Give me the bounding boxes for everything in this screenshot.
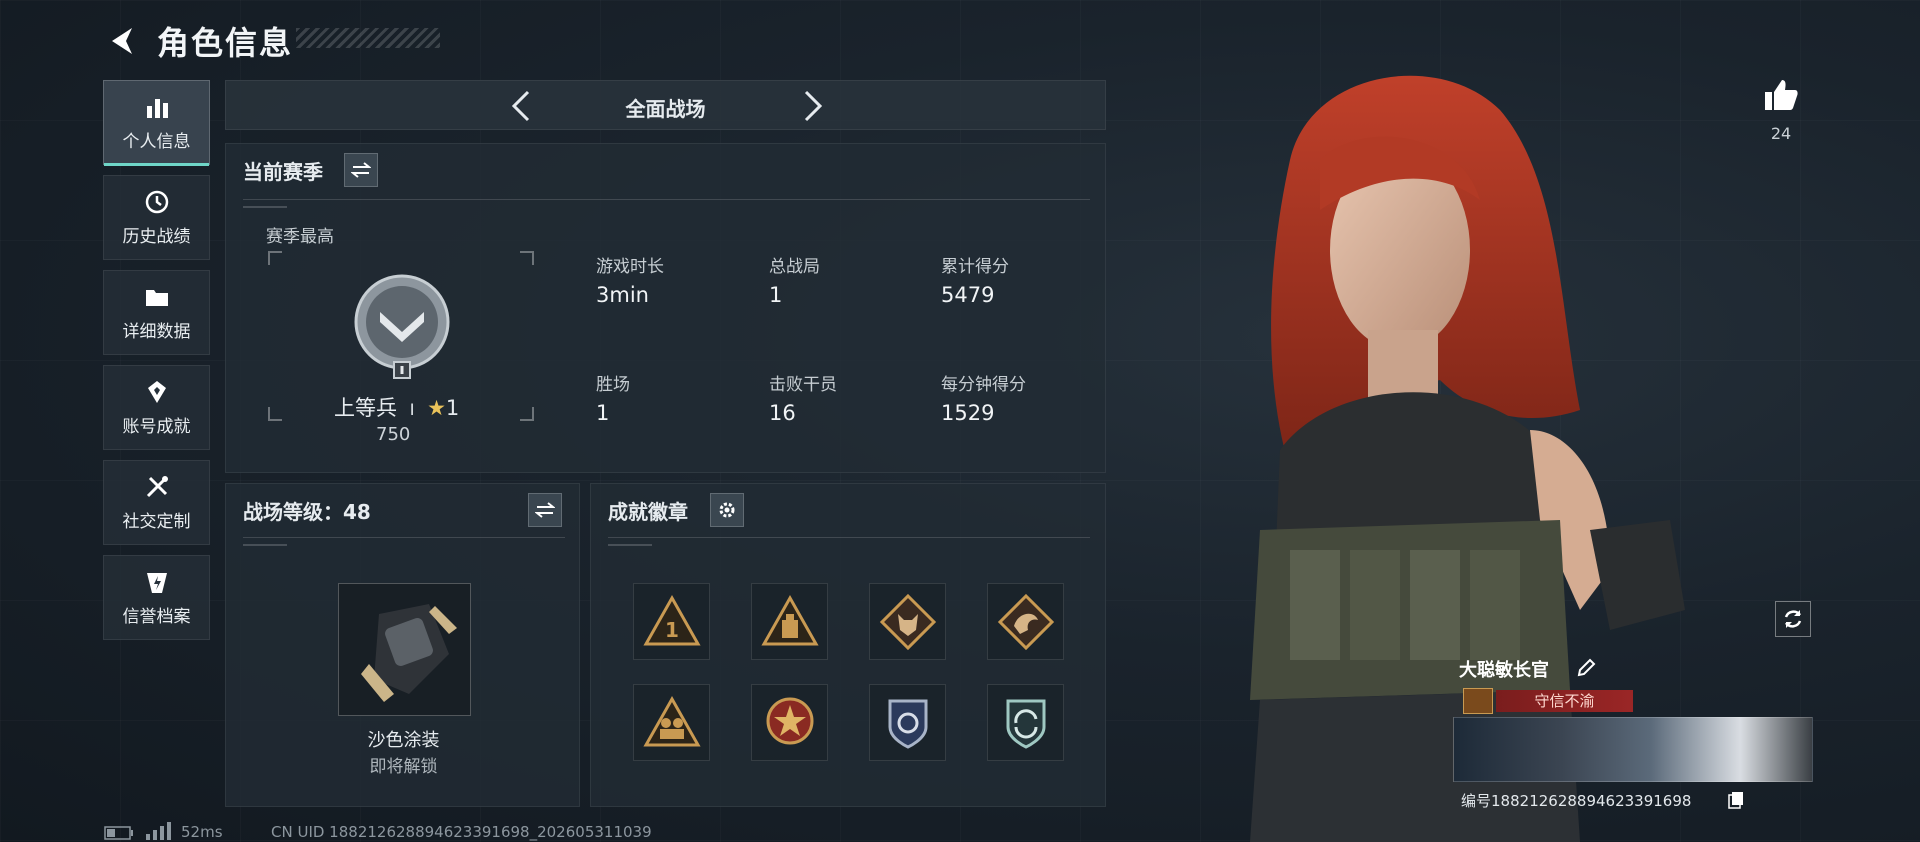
battery-icon — [104, 826, 133, 840]
player-id-label: 编号 — [1461, 792, 1492, 810]
gear-icon — [719, 502, 735, 518]
stat-label: 每分钟得分 — [941, 375, 1026, 395]
svg-text:1: 1 — [665, 618, 679, 642]
rotate-icon — [1784, 610, 1802, 628]
uid-readout: CN UID 18821262889462339169​8_2026053110… — [271, 823, 652, 841]
rank-stars: 1 — [445, 396, 460, 420]
rotate-model-button[interactable] — [1775, 601, 1811, 637]
stat-value: 3min — [596, 283, 649, 307]
reward-item-slot[interactable] — [338, 583, 471, 716]
shield-bolt-icon — [143, 568, 171, 596]
stat-value: 1 — [769, 283, 783, 307]
sidebar-item-achievements[interactable]: 账号成就 — [103, 365, 210, 450]
edit-pencil-icon[interactable] — [1576, 658, 1596, 678]
wolf-badge-icon[interactable] — [869, 583, 946, 660]
sidebar-item-label: 历史战绩 — [122, 227, 191, 247]
badge-settings-button[interactable] — [710, 493, 744, 527]
chevron-right-icon[interactable] — [794, 88, 830, 124]
sidebar-item-label: 个人信息 — [122, 132, 191, 152]
battlefield-level-panel: 战场等级：48 沙色涂装 即将解锁 — [225, 483, 580, 807]
achievements-heading: 成就徽章 — [608, 500, 688, 524]
divider-decoration — [243, 544, 287, 546]
stat-label: 总战局 — [769, 257, 820, 277]
title-decoration — [296, 28, 440, 48]
swap-icon — [535, 502, 555, 518]
dragon-badge-icon[interactable] — [987, 583, 1064, 660]
stat-label: 击败干员 — [769, 375, 837, 395]
signal-icon — [146, 822, 171, 840]
player-name: 大聪敏长官 — [1459, 660, 1549, 681]
stat-label: 累计得分 — [941, 257, 1009, 277]
current-season-panel: 当前赛季 赛季最高 上等兵 Ⅰ ★1 750 游戏时长 3min 总战局 1 累… — [225, 143, 1106, 473]
rank-tier: Ⅰ — [409, 400, 415, 419]
stat-value: 5479 — [941, 283, 995, 307]
season-switch-button[interactable] — [344, 153, 378, 187]
rank-name: 上等兵 — [334, 396, 397, 420]
back-arrow-icon[interactable] — [104, 24, 138, 58]
sidebar-item-label: 账号成就 — [122, 417, 191, 437]
watch-skin-icon — [361, 604, 457, 702]
reward-name: 沙色涂装 — [367, 730, 440, 751]
mode-title: 全面战场 — [625, 97, 706, 121]
season-best-label: 赛季最高 — [266, 227, 334, 247]
thumbs-up-icon[interactable] — [1762, 76, 1800, 114]
cycle-shield-badge-icon[interactable] — [987, 684, 1064, 761]
rank-points: 750 — [376, 424, 411, 445]
honor-title-badge: 守信不渝 — [1496, 690, 1633, 712]
sidebar-item-social-custom[interactable]: 社交定制 — [103, 460, 210, 545]
battlefield-level-heading: 战场等级：48 — [243, 500, 371, 524]
stat-value: 1529 — [941, 401, 995, 425]
divider — [243, 537, 565, 538]
police-shield-badge-icon[interactable] — [869, 684, 946, 761]
star-emblem-badge-icon[interactable] — [751, 684, 828, 761]
rank-emblem-icon — [354, 274, 450, 379]
copy-icon[interactable] — [1728, 791, 1744, 809]
frame-corner — [268, 251, 282, 265]
likes-count: 24 — [1770, 124, 1792, 143]
supply-badge-icon[interactable] — [751, 583, 828, 660]
profile-banner-image[interactable] — [1453, 717, 1813, 782]
stat-value: 1 — [596, 401, 610, 425]
honor-crest-icon — [1463, 688, 1493, 714]
mode-selector: 全面战场 — [225, 80, 1106, 130]
divider-decoration — [608, 544, 652, 546]
squad-badge-icon[interactable] — [633, 684, 710, 761]
stat-label: 胜场 — [596, 375, 630, 395]
folder-icon — [143, 283, 171, 311]
stat-value: 16 — [769, 401, 796, 425]
medal-icon — [143, 378, 171, 406]
rank-one-badge-icon[interactable]: 1 — [633, 583, 710, 660]
sidebar-item-label: 社交定制 — [122, 512, 191, 532]
bar-chart-icon — [143, 93, 171, 121]
swap-icon — [351, 162, 371, 178]
page-title: 角色信息 — [157, 24, 294, 62]
achievement-badges-panel: 成就徽章 1 — [590, 483, 1106, 807]
sidebar-item-personal-info[interactable]: 个人信息 — [103, 80, 210, 166]
sidebar-item-detailed-data[interactable]: 详细数据 — [103, 270, 210, 355]
sidebar-item-history[interactable]: 历史战绩 — [103, 175, 210, 260]
divider-decoration — [243, 206, 287, 208]
rank-title: 上等兵 Ⅰ ★1 — [334, 392, 459, 422]
stat-label: 游戏时长 — [596, 257, 664, 277]
sidebar-item-label: 详细数据 — [122, 322, 191, 342]
divider — [608, 537, 1090, 538]
ping-readout: 52ms — [181, 823, 223, 841]
sidebar-item-label: 信誉档案 — [122, 607, 191, 627]
reward-status: 即将解锁 — [369, 757, 438, 777]
tools-icon — [143, 473, 171, 501]
season-heading: 当前赛季 — [243, 160, 323, 184]
clock-icon — [143, 188, 171, 216]
star-icon: ★ — [427, 396, 446, 420]
frame-corner — [520, 251, 534, 265]
frame-corner — [268, 407, 282, 421]
divider — [243, 199, 1090, 200]
player-id-value: 18821262889462339169​8 — [1491, 792, 1692, 810]
sidebar-item-credit-record[interactable]: 信誉档案 — [103, 555, 210, 640]
level-switch-button[interactable] — [528, 493, 562, 527]
frame-corner — [520, 407, 534, 421]
player-id: 编号18821262889462339169​8 — [1461, 790, 1691, 811]
